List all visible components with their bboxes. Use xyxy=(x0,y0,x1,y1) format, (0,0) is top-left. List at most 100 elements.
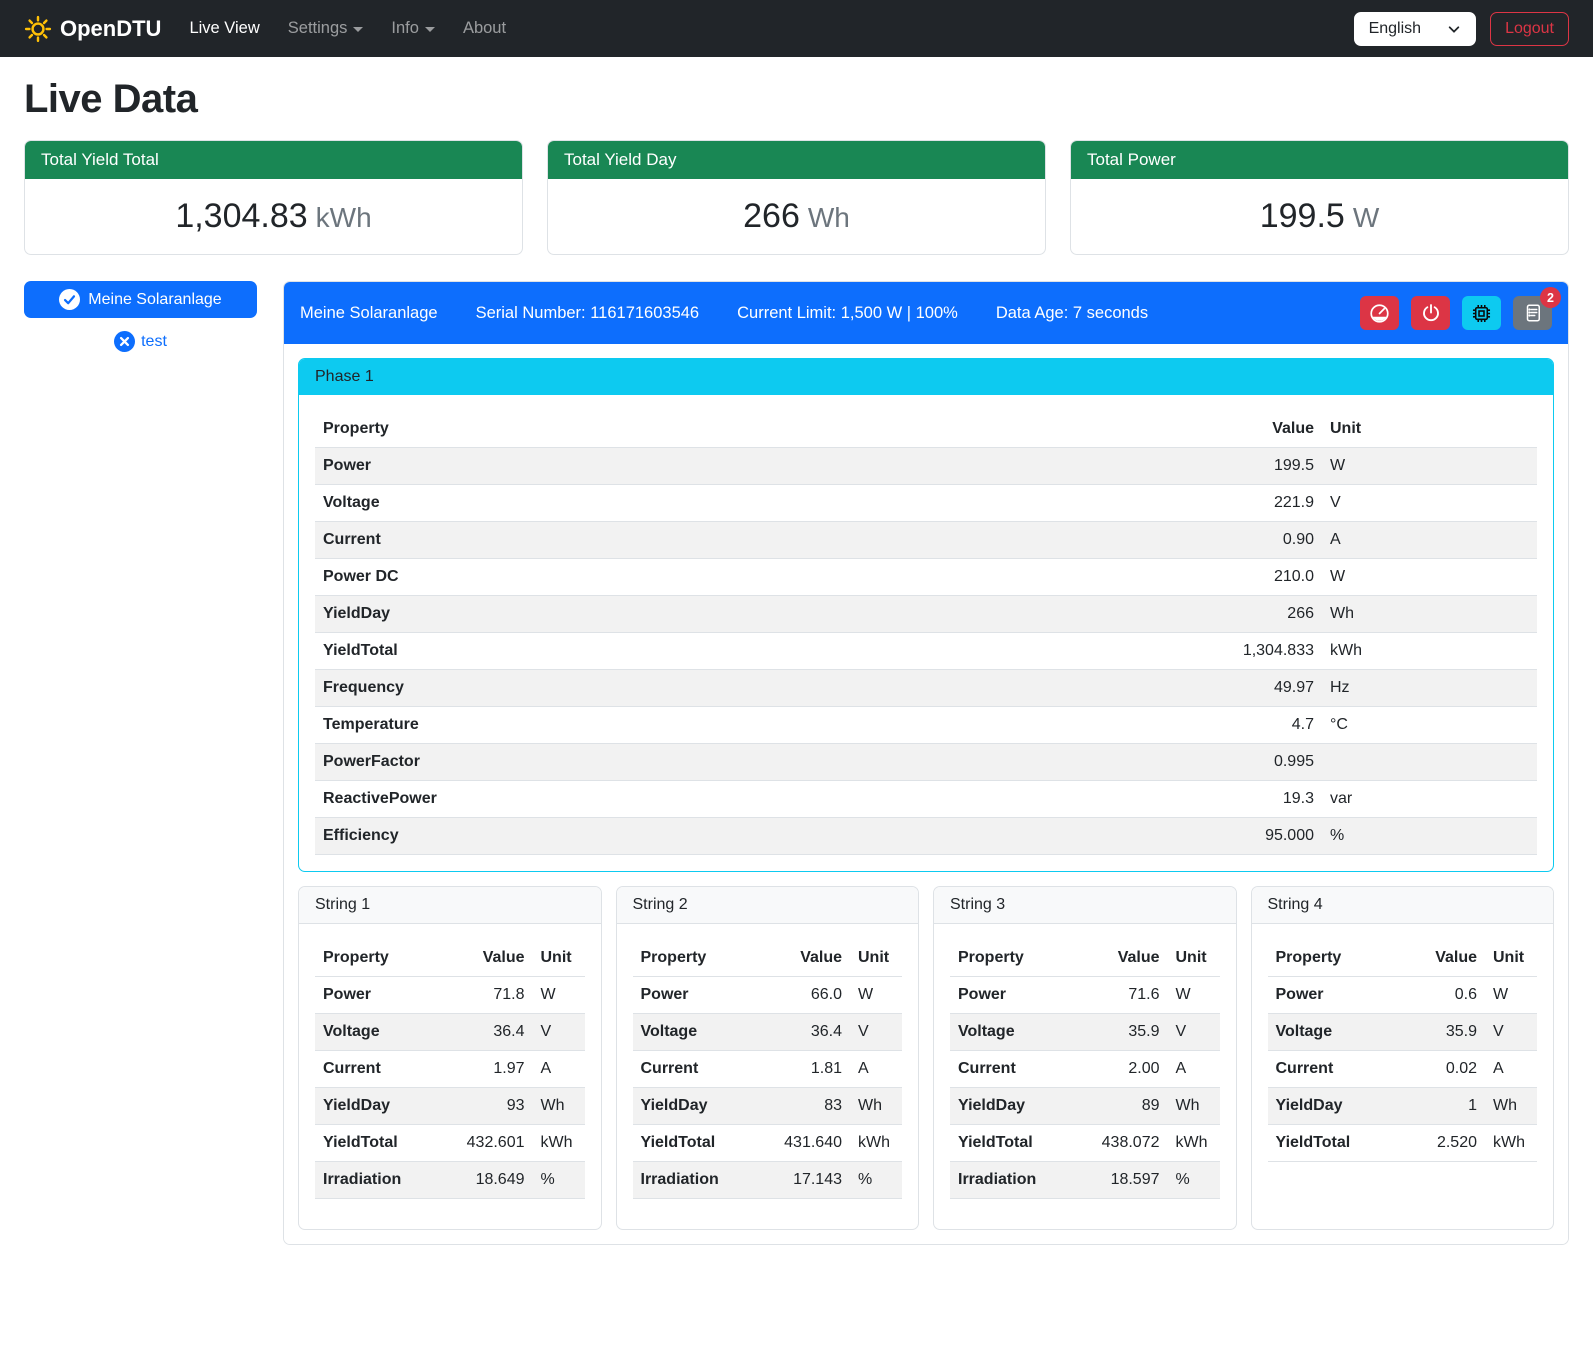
value-cell: 93 xyxy=(459,1088,533,1125)
table-row: YieldDay1Wh xyxy=(1268,1088,1538,1125)
inverter-actions: 2 xyxy=(1360,296,1552,330)
total-yield-total-card: Total Yield Total 1,304.83kWh xyxy=(24,140,523,255)
table-header-row: Property Value Unit xyxy=(950,940,1220,977)
value-cell: 89 xyxy=(1094,1088,1168,1125)
nav-info-label: Info xyxy=(391,19,419,38)
card-value: 1,304.83 xyxy=(175,197,307,235)
inverter-list: Meine Solaranlage test xyxy=(24,281,257,352)
nav-settings-label: Settings xyxy=(288,19,348,38)
card-value: 266 xyxy=(743,197,800,235)
property-cell: YieldTotal xyxy=(633,1125,777,1162)
event-count-badge[interactable]: 2 xyxy=(1540,287,1561,308)
nav-about[interactable]: About xyxy=(463,19,506,38)
event-log-button[interactable]: 2 xyxy=(1513,296,1552,330)
brand[interactable]: OpenDTU xyxy=(24,15,161,43)
language-select[interactable]: English xyxy=(1354,12,1476,46)
unit-cell: °C xyxy=(1322,707,1537,744)
device-info-button[interactable] xyxy=(1462,296,1501,330)
unit-cell: Wh xyxy=(850,1088,902,1125)
value-cell: 432.601 xyxy=(459,1125,533,1162)
unit-cell: A xyxy=(1322,522,1537,559)
property-cell: Power xyxy=(1268,977,1414,1014)
unit-column-header: Unit xyxy=(1485,940,1537,977)
unit-column-header: Unit xyxy=(533,940,585,977)
unit-cell: V xyxy=(1322,485,1537,522)
value-cell: 0.6 xyxy=(1413,977,1485,1014)
property-cell: Current xyxy=(950,1051,1094,1088)
property-cell: Irradiation xyxy=(315,1162,459,1199)
value-cell: 438.072 xyxy=(1094,1125,1168,1162)
top-navbar: OpenDTU Live View Settings Info About En… xyxy=(0,0,1593,57)
value-column-header: Value xyxy=(1094,940,1168,977)
chevron-down-icon xyxy=(425,27,435,32)
property-cell: Efficiency xyxy=(315,818,1192,855)
table-row: Current1.97A xyxy=(315,1051,585,1088)
unit-cell: W xyxy=(1322,559,1537,596)
table-row: Irradiation17.143% xyxy=(633,1162,903,1199)
property-cell: Power DC xyxy=(315,559,1192,596)
table-row: YieldTotal2.520kWh xyxy=(1268,1125,1538,1162)
value-cell: 35.9 xyxy=(1413,1014,1485,1051)
value-cell: 19.3 xyxy=(1192,781,1322,818)
limit-settings-button[interactable] xyxy=(1360,296,1399,330)
unit-cell: A xyxy=(850,1051,902,1088)
card-value: 199.5 xyxy=(1260,197,1345,235)
nav-info[interactable]: Info xyxy=(391,19,435,38)
property-cell: YieldDay xyxy=(1268,1088,1414,1125)
unit-cell: V xyxy=(850,1014,902,1051)
table-row: YieldDay93Wh xyxy=(315,1088,585,1125)
value-cell: 221.9 xyxy=(1192,485,1322,522)
property-cell: Irradiation xyxy=(633,1162,777,1199)
logout-button[interactable]: Logout xyxy=(1490,12,1569,46)
table-row: Power66.0W xyxy=(633,977,903,1014)
chevron-down-icon xyxy=(1447,22,1461,36)
property-cell: Temperature xyxy=(315,707,1192,744)
property-column-header: Property xyxy=(315,411,1192,448)
unit-cell: var xyxy=(1322,781,1537,818)
value-cell: 83 xyxy=(776,1088,850,1125)
table-header-row: Property Value Unit xyxy=(633,940,903,977)
table-row: Voltage36.4V xyxy=(633,1014,903,1051)
value-cell: 36.4 xyxy=(776,1014,850,1051)
card-title: Total Yield Day xyxy=(548,141,1045,179)
inverter-selected-button[interactable]: Meine Solaranlage xyxy=(24,281,257,318)
nav-settings[interactable]: Settings xyxy=(288,19,364,38)
language-value: English xyxy=(1369,20,1421,38)
power-button[interactable] xyxy=(1411,296,1450,330)
value-cell: 0.02 xyxy=(1413,1051,1485,1088)
table-row: Efficiency95.000% xyxy=(315,818,1537,855)
unit-cell: kWh xyxy=(1485,1125,1537,1162)
property-column-header: Property xyxy=(315,940,459,977)
check-circle-icon xyxy=(59,289,80,310)
string-2-card: String 2 Property Value Unit xyxy=(616,886,920,1230)
card-body: 199.5W xyxy=(1071,179,1568,254)
property-cell: Frequency xyxy=(315,670,1192,707)
table-row: Temperature4.7°C xyxy=(315,707,1537,744)
card-body: 266 Wh xyxy=(548,179,1045,254)
value-cell: 1.97 xyxy=(459,1051,533,1088)
property-cell: Irradiation xyxy=(950,1162,1094,1199)
property-cell: Power xyxy=(315,448,1192,485)
unit-cell: % xyxy=(1168,1162,1220,1199)
unit-cell: Wh xyxy=(533,1088,585,1125)
unit-cell: V xyxy=(1168,1014,1220,1051)
property-column-header: Property xyxy=(633,940,777,977)
value-cell: 1,304.833 xyxy=(1192,633,1322,670)
table-row: YieldTotal431.640kWh xyxy=(633,1125,903,1162)
unit-cell: V xyxy=(533,1014,585,1051)
unit-cell: kWh xyxy=(850,1125,902,1162)
property-cell: Current xyxy=(315,1051,459,1088)
table-row: YieldDay89Wh xyxy=(950,1088,1220,1125)
nav-live-view[interactable]: Live View xyxy=(189,19,259,38)
nav-items: Live View Settings Info About xyxy=(189,19,1353,38)
power-icon xyxy=(1421,303,1441,323)
inverter-limit: Current Limit: 1,500 W | 100% xyxy=(737,304,958,323)
string-4-table: Property Value Unit Power0.6WVoltage35.9… xyxy=(1268,940,1538,1162)
card-unit: Wh xyxy=(808,202,850,233)
property-cell: YieldDay xyxy=(950,1088,1094,1125)
unit-cell: A xyxy=(1168,1051,1220,1088)
property-cell: Current xyxy=(633,1051,777,1088)
value-cell: 210.0 xyxy=(1192,559,1322,596)
inverter-item-test[interactable]: test xyxy=(24,331,257,352)
property-cell: Voltage xyxy=(315,485,1192,522)
